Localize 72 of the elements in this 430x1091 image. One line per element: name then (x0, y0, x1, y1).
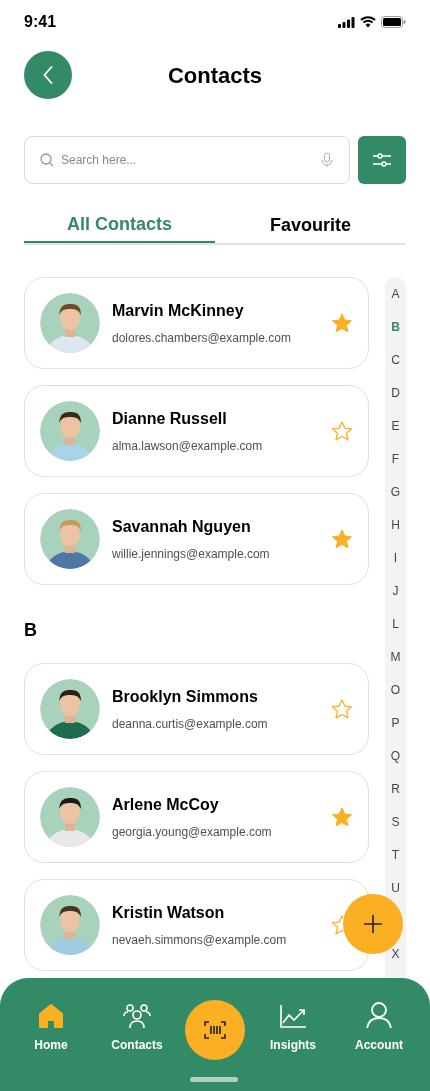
search-field[interactable]: Search here... (24, 136, 350, 184)
star-icon[interactable] (331, 312, 353, 334)
contact-card[interactable]: Savannah Nguyen willie.jennings@example.com (24, 493, 369, 585)
contact-card[interactable]: Marvin McKinney dolores.chambers@example.com (24, 277, 369, 369)
nav-tab[interactable]: Insights (255, 1001, 331, 1054)
filter-button[interactable] (358, 136, 406, 184)
index-letter[interactable]: X (391, 946, 400, 961)
search-icon (40, 153, 54, 167)
chart-icon (279, 1003, 307, 1029)
index-letter[interactable]: F (391, 451, 400, 466)
home-icon (38, 1003, 64, 1029)
index-letter[interactable]: U (391, 880, 400, 895)
star-icon[interactable] (331, 698, 353, 720)
index-letter[interactable]: L (392, 616, 399, 631)
index-letter[interactable]: S (391, 814, 400, 829)
contact-email: willie.jennings@example.com (112, 546, 271, 563)
home-indicator (190, 1077, 238, 1082)
contact-name: Brooklyn Simmons (112, 687, 259, 707)
tab[interactable]: All Contacts (24, 208, 215, 243)
contact-name: Kristin Watson (112, 903, 226, 923)
people-icon (122, 1003, 152, 1029)
page-title: Contacts (167, 61, 263, 90)
contact-card[interactable]: Dianne Russell alma.lawson@example.com (24, 385, 369, 477)
barcode-scan-icon (204, 1021, 226, 1039)
contact-card[interactable]: Brooklyn Simmons deanna.curtis@example.com (24, 663, 369, 755)
index-letter[interactable]: G (390, 484, 401, 499)
plus-icon (363, 914, 383, 934)
index-letter[interactable]: P (391, 715, 400, 730)
star-icon[interactable] (331, 420, 353, 442)
back-button[interactable] (24, 51, 72, 99)
contact-email: alma.lawson@example.com (112, 438, 264, 455)
tab[interactable]: Favourite (215, 208, 406, 243)
microphone-icon[interactable] (321, 152, 333, 168)
star-icon[interactable] (331, 914, 343, 936)
sliders-icon (372, 152, 392, 168)
nav-tab[interactable]: Contacts (99, 1001, 175, 1054)
contact-name: Savannah Nguyen (112, 517, 252, 537)
index-letter[interactable]: E (391, 418, 400, 433)
nav-tab[interactable]: Account (341, 1001, 417, 1054)
index-letter[interactable]: Q (390, 748, 401, 763)
index-letter[interactable]: T (391, 847, 400, 862)
star-icon[interactable] (331, 806, 353, 828)
index-letter[interactable]: I (393, 550, 398, 565)
index-letter[interactable]: J (392, 583, 399, 598)
account-icon (365, 1001, 393, 1029)
back-icon (43, 66, 53, 84)
nav-tab[interactable]: Home (13, 1001, 89, 1054)
contact-name: Arlene McCoy (112, 795, 220, 815)
alphabet-index[interactable]: A B C D E F G H I J L M O P Q R S T U X (385, 277, 406, 978)
star-icon[interactable] (331, 528, 353, 550)
index-letter[interactable]: D (391, 385, 400, 400)
section-header: B (24, 619, 38, 642)
battery-icon (381, 16, 406, 28)
contact-name: Marvin McKinney (112, 301, 245, 321)
index-letter[interactable]: O (390, 682, 401, 697)
contact-email: deanna.curtis@example.com (112, 716, 269, 733)
contact-card[interactable]: Arlene McCoy georgia.young@example.com (24, 771, 369, 863)
index-letter[interactable]: H (391, 517, 400, 532)
index-letter[interactable]: M (390, 649, 401, 664)
contact-name: Dianne Russell (112, 409, 228, 429)
status-time: 9:41 (24, 12, 57, 32)
contact-email: dolores.chambers@example.com (112, 330, 292, 347)
index-letter[interactable]: C (391, 352, 400, 367)
wifi-icon (360, 16, 376, 28)
contact-card[interactable]: Kristin Watson nevaeh.simmons@example.com (24, 879, 369, 971)
index-letter[interactable]: R (391, 781, 400, 796)
contact-email: nevaeh.simmons@example.com (112, 932, 288, 949)
signal-icon (338, 16, 355, 28)
index-letter[interactable]: A (391, 286, 400, 301)
scan-button[interactable] (185, 1000, 245, 1060)
contact-email: georgia.young@example.com (112, 824, 273, 841)
index-letter[interactable]: B (391, 319, 400, 334)
